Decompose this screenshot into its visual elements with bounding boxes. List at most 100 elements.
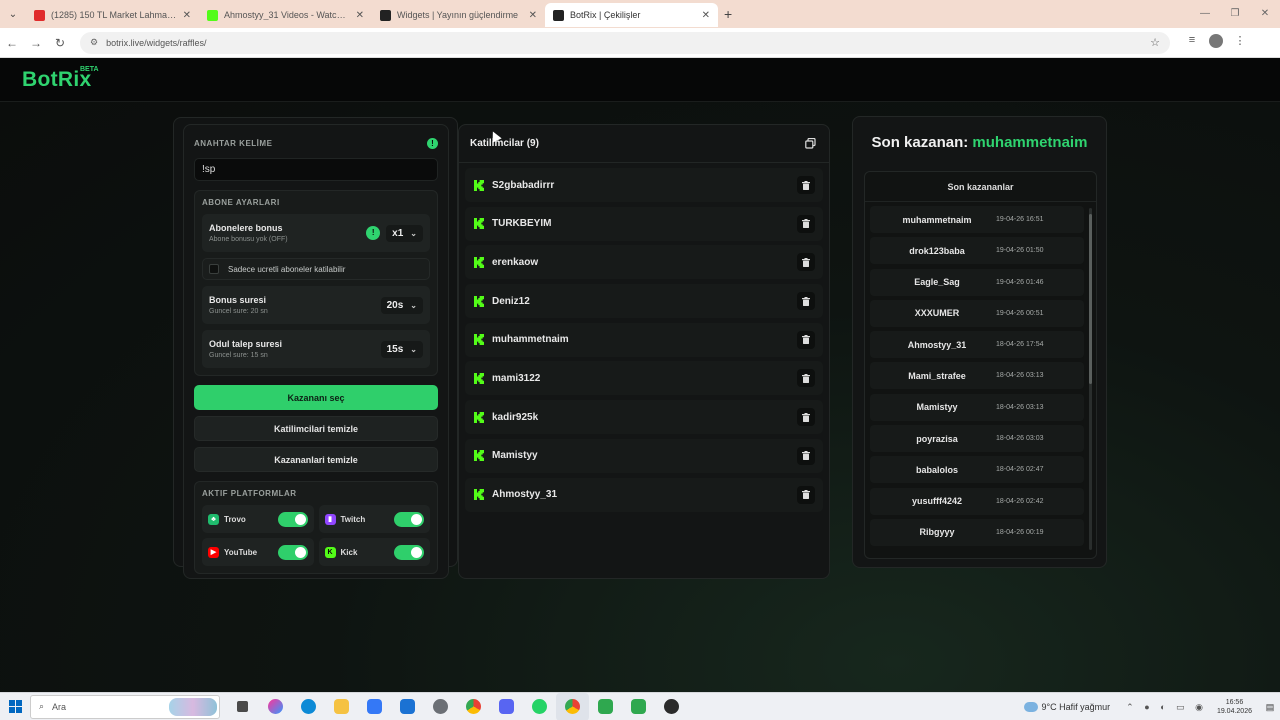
chevron-down-icon: ⌄	[410, 300, 417, 310]
delete-icon[interactable]	[797, 408, 815, 427]
browser-tab[interactable]: BotRix | Çekilişler ✕	[545, 3, 718, 27]
clock[interactable]: 16:56 19.04.2026	[1217, 698, 1252, 716]
bonus-info-icon[interactable]: !	[366, 226, 381, 240]
winner-date: 19-04-26 01:46	[996, 278, 1044, 286]
search-highlight-image	[169, 697, 217, 716]
recent-winners-box: Son kazananlar muhammetnaim 19-04-26 16:5…	[864, 171, 1097, 559]
copy-icon[interactable]	[802, 136, 818, 152]
paid-subs-only-row[interactable]: Sadece ucretli aboneler katilabilir	[202, 258, 430, 280]
winners-scrollbar[interactable]	[1089, 208, 1092, 550]
clock-date: 19.04.2026	[1216, 708, 1252, 715]
winner-name: Mami_strafee	[908, 370, 966, 381]
toolbar-right: ≡ ⋮	[1180, 34, 1252, 51]
chrome-icon[interactable]	[457, 693, 490, 720]
url-input[interactable]: ⚙ botrix.live/widgets/raffles/ ☆	[80, 31, 1170, 54]
browser-tab[interactable]: Ahmostyy_31 Videos - Watch C ✕	[199, 3, 372, 27]
file-explorer-icon[interactable]	[325, 693, 358, 720]
tab-search-menu-icon[interactable]: ⌄	[0, 0, 26, 28]
weather-text[interactable]: 9°C Hafif yağmur	[1042, 702, 1111, 712]
browser-tab[interactable]: Widgets | Yayının güçlendirme ✕	[372, 3, 545, 27]
platform-toggle[interactable]	[277, 544, 308, 560]
reading-list-icon[interactable]: ≡	[1180, 34, 1204, 51]
close-tab-icon[interactable]: ✕	[529, 10, 537, 21]
delete-icon[interactable]	[797, 485, 815, 504]
delete-icon[interactable]	[797, 292, 815, 311]
back-icon[interactable]: ←	[0, 36, 24, 50]
kick-icon: K	[324, 546, 336, 558]
reload-icon[interactable]: ↻	[48, 36, 72, 50]
close-tab-icon[interactable]: ✕	[183, 10, 191, 21]
tab-favicon-icon	[380, 9, 391, 21]
new-tab-button[interactable]: +	[724, 6, 732, 22]
winner-name: yusufff4242	[911, 496, 963, 507]
claim-time-select[interactable]: 15s ⌄	[380, 340, 423, 358]
keyword-input[interactable]: !sp	[194, 158, 438, 181]
task-view-icon[interactable]	[226, 693, 259, 720]
winner-date: 18-04-26 03:03	[996, 435, 1044, 443]
more-menu-icon[interactable]: ⋮	[1228, 34, 1252, 51]
delete-icon[interactable]	[797, 253, 815, 272]
app-cube-icon[interactable]	[589, 693, 622, 720]
site-info-icon[interactable]: ⚙	[90, 37, 98, 48]
delete-icon[interactable]	[797, 176, 815, 194]
mail-icon[interactable]	[391, 693, 424, 720]
paid-subs-only-checkbox[interactable]	[209, 264, 219, 274]
weather-rain-icon	[1023, 702, 1038, 712]
winner-name: Mamistyy	[916, 402, 958, 413]
winner-name: drok123baba	[909, 245, 965, 256]
kick-icon	[473, 256, 484, 268]
active-platforms-label: AKTIF PLATFORMLAR	[202, 489, 297, 498]
browser-tab[interactable]: (1285) 150 TL Market Lahmacun ✕	[26, 3, 199, 27]
subscriber-bonus-select[interactable]: x1 ⌄	[386, 224, 423, 242]
delete-icon[interactable]	[797, 214, 815, 233]
winner-row: yusufff4242 18-04-26 02:42	[870, 487, 1084, 515]
minimize-button[interactable]: —	[1190, 0, 1220, 28]
forward-icon[interactable]: →	[24, 36, 48, 50]
platform-toggle[interactable]	[394, 511, 424, 527]
winner-name: muhammetnaim	[902, 214, 972, 225]
bookmark-star-icon[interactable]: ☆	[1150, 36, 1160, 49]
platform-toggle[interactable]	[394, 544, 424, 560]
obs-icon[interactable]	[655, 693, 688, 720]
close-tab-icon[interactable]: ✕	[702, 10, 710, 21]
edge-icon[interactable]	[292, 693, 325, 720]
delete-icon[interactable]	[797, 446, 815, 465]
info-icon[interactable]: !	[427, 137, 438, 149]
system-tray: 9°C Hafif yağmur ⌃ ● ◐ ▭ ◉ 16:56 19.04.2…	[1023, 693, 1280, 720]
winners-panel: Son kazanan: muhammetnaim Son kazananlar…	[852, 116, 1107, 568]
delete-icon[interactable]	[797, 330, 815, 349]
winner-row: Mami_strafee 18-04-26 03:13	[870, 362, 1084, 390]
app-cube-2-icon[interactable]	[622, 693, 655, 720]
kick-icon	[473, 372, 484, 384]
winner-name: Eagle_Sag	[914, 277, 960, 288]
windows-start-icon[interactable]	[0, 700, 30, 713]
tab-favicon-icon	[207, 9, 218, 21]
copilot-icon[interactable]	[259, 693, 292, 720]
taskbar-search-input[interactable]: ⌕ Ara	[30, 694, 220, 719]
close-tab-icon[interactable]: ✕	[356, 10, 364, 21]
tray-icons[interactable]: ⌃ ● ◐ ▭ ◉	[1126, 702, 1207, 713]
subscriber-settings-label: ABONE AYARLARI	[202, 198, 280, 207]
close-window-button[interactable]: ✕	[1250, 0, 1280, 28]
kick-icon	[473, 489, 484, 501]
bonus-time-select[interactable]: 20s ⌄	[380, 296, 423, 314]
pick-winner-button[interactable]: Kazananı seç	[194, 385, 438, 410]
participant-row: Ahmostyy_31	[465, 477, 823, 512]
maximize-button[interactable]: ❐	[1220, 0, 1250, 28]
tab-title: (1285) 150 TL Market Lahmacun	[51, 10, 177, 20]
bonus-time-setting: Bonus suresi Guncel sure: 20 sn 20s ⌄	[202, 286, 430, 324]
store-icon[interactable]	[358, 693, 391, 720]
platform-toggle[interactable]	[277, 511, 308, 527]
claim-time-setting: Odul talep suresi Guncel sure: 15 sn 15s…	[202, 330, 430, 368]
chrome-active-icon[interactable]	[556, 692, 589, 720]
participants-panel: Katilimcilar (9) S2gbabadirrr TURKBEYIM er…	[458, 124, 830, 579]
delete-icon[interactable]	[797, 369, 815, 388]
settings-gear-icon[interactable]	[424, 693, 457, 720]
notifications-icon[interactable]: ▤	[1260, 702, 1280, 713]
clear-participants-button[interactable]: Katilimcilari temizle	[194, 416, 438, 441]
subscriber-bonus-subtitle: Abone bonusu yok (OFF)	[209, 236, 288, 243]
whatsapp-icon[interactable]	[523, 693, 556, 720]
profile-avatar[interactable]	[1204, 34, 1228, 51]
discord-icon[interactable]	[490, 693, 523, 720]
clear-winners-button[interactable]: Kazananlari temizle	[194, 447, 438, 472]
